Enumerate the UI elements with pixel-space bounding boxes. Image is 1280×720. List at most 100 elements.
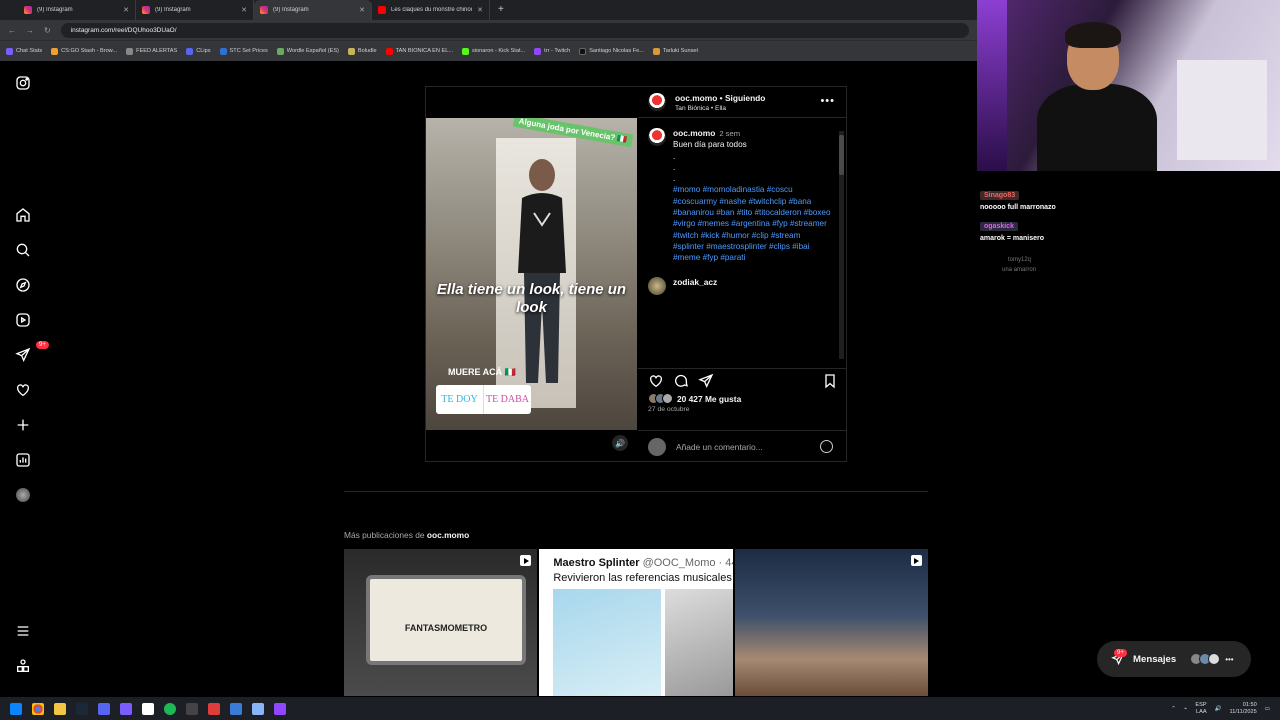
- address-row: ← → ↻ instagram.com/reel/DQUhoo3DUaO/: [0, 20, 977, 40]
- more-posts-heading: Más publicaciones de ooc.momo: [344, 530, 469, 540]
- speaker-icon[interactable]: 🔊: [1215, 706, 1222, 712]
- poll-option-1[interactable]: TE DOY: [436, 385, 483, 414]
- app-icon[interactable]: [252, 702, 264, 715]
- language-indicator[interactable]: ESP LAA: [1195, 702, 1206, 716]
- menu-icon[interactable]: [14, 622, 31, 639]
- discord-icon[interactable]: [98, 702, 110, 715]
- author-avatar[interactable]: [648, 128, 666, 146]
- follow-status[interactable]: Siguiendo: [725, 93, 765, 103]
- file-explorer-icon[interactable]: [54, 702, 66, 715]
- app-icon[interactable]: [120, 702, 132, 715]
- messages-icon[interactable]: 9+: [14, 341, 49, 363]
- close-tab-icon[interactable]: ✕: [359, 6, 365, 14]
- tray-chevron-icon[interactable]: ⌃: [1171, 706, 1176, 712]
- messages-button[interactable]: 9+ Mensajes •••: [1097, 641, 1251, 677]
- bookmark-item[interactable]: CS:GO Stash - Brow...: [51, 47, 117, 55]
- more-options-icon[interactable]: •••: [820, 95, 835, 107]
- comment-hashtags[interactable]: #momo #momoladinastia #coscu #coscuarmy …: [673, 184, 833, 263]
- bookmark-item[interactable]: Santiago Nicolas Fe...: [579, 47, 644, 55]
- address-bar[interactable]: instagram.com/reel/DQUhoo3DUaO/: [60, 22, 969, 38]
- poll-option-2[interactable]: TE DABA: [483, 385, 531, 414]
- comment-dot: .: [673, 174, 676, 184]
- new-tab-button[interactable]: +: [490, 0, 512, 20]
- bookmark-icon[interactable]: [822, 373, 839, 390]
- forward-icon[interactable]: →: [26, 26, 34, 35]
- chrome-icon[interactable]: [32, 702, 44, 715]
- notifications-icon[interactable]: ▭: [1265, 706, 1270, 712]
- likes-summary[interactable]: 20 427 Me gusta: [648, 393, 741, 404]
- app-icon[interactable]: [230, 702, 242, 715]
- audio-track[interactable]: Tan Biónica • Ella: [675, 105, 765, 112]
- clock-time: 01:50: [1242, 701, 1257, 708]
- bookmark-icon: [462, 47, 469, 55]
- poll-sticker[interactable]: TE DOY TE DABA: [436, 385, 531, 414]
- commenter-avatar[interactable]: [648, 276, 666, 295]
- heart-icon[interactable]: [14, 381, 31, 398]
- post-thumbnail-2[interactable]: Maestro Splinter @OOC_Momo · 44 Revivier…: [539, 549, 733, 696]
- author-username[interactable]: ooc.momo: [675, 93, 717, 103]
- network-icon[interactable]: ⌁: [1184, 706, 1187, 712]
- app-icon[interactable]: [186, 702, 198, 715]
- instagram-logo-icon[interactable]: [14, 74, 31, 91]
- bookmark-icon: [579, 47, 587, 55]
- reels-icon[interactable]: [14, 311, 31, 328]
- search-icon[interactable]: [14, 241, 31, 258]
- post-header: ooc.momo • Siguiendo Tan Biónica • Ella …: [638, 87, 847, 118]
- bookmark-item[interactable]: Chat Stats: [6, 47, 42, 55]
- bookmark-item[interactable]: CLips: [186, 47, 211, 55]
- windows-start-icon[interactable]: [10, 702, 22, 715]
- likes-count[interactable]: 20 427 Me gusta: [677, 394, 741, 404]
- bookmark-item[interactable]: sionaron - Kick Stat...: [462, 47, 525, 55]
- create-plus-icon[interactable]: [14, 416, 31, 433]
- comment-icon[interactable]: [673, 373, 690, 390]
- twitch-icon[interactable]: [274, 702, 286, 715]
- profile-avatar[interactable]: [14, 486, 31, 503]
- instagram-favicon-icon: [142, 6, 150, 14]
- browser-tab-3[interactable]: (9) Instagram ✕: [254, 0, 372, 20]
- comment-username[interactable]: zodiak_acz: [673, 277, 717, 287]
- reel-video[interactable]: Alguna joda por Venecia? 🇮🇹 Ella tiene u…: [426, 118, 637, 430]
- reload-icon[interactable]: ↻: [44, 26, 51, 35]
- app-icon[interactable]: [142, 702, 154, 715]
- close-tab-icon[interactable]: ✕: [477, 6, 483, 14]
- home-icon[interactable]: [14, 206, 31, 223]
- apps-icon[interactable]: [14, 657, 31, 674]
- close-tab-icon[interactable]: ✕: [241, 6, 247, 14]
- add-comment-input[interactable]: Añade un comentario...: [676, 442, 820, 452]
- scroll-thumb[interactable]: [839, 135, 844, 175]
- spotify-icon[interactable]: [164, 702, 176, 715]
- post-thumbnail-3[interactable]: [734, 549, 928, 696]
- author-avatar[interactable]: [648, 93, 666, 111]
- tab-label: (9) Instagram: [273, 7, 309, 13]
- bookmark-item[interactable]: Wordle Español (ES): [276, 47, 339, 55]
- browser-tab-2[interactable]: (9) Instagram ✕: [136, 0, 254, 20]
- bookmark-item[interactable]: TAN BIONICA EN EL...: [385, 47, 453, 55]
- gauge-image: FANTASMOMETRO: [366, 575, 526, 665]
- share-icon[interactable]: [698, 373, 715, 390]
- browser-tab-4[interactable]: Les claques du monstre chinoi... ✕: [372, 0, 490, 20]
- app-icon[interactable]: [208, 702, 220, 715]
- tweet-image-2: [665, 589, 733, 696]
- reel-play-icon: [520, 555, 532, 566]
- emoji-icon[interactable]: [820, 440, 833, 453]
- volume-icon[interactable]: 🔊: [612, 435, 628, 451]
- comment-username[interactable]: ooc.momo: [673, 128, 715, 138]
- bookmark-icon: [534, 47, 542, 55]
- like-heart-icon[interactable]: [648, 373, 665, 390]
- more-posts-user[interactable]: ooc.momo: [427, 530, 469, 540]
- bookmark-item[interactable]: Tarluki Sunset: [652, 47, 698, 55]
- close-tab-icon[interactable]: ✕: [123, 6, 129, 14]
- bookmark-item[interactable]: trr - Twitch: [534, 47, 570, 55]
- back-icon[interactable]: ←: [8, 26, 16, 35]
- dashboard-icon[interactable]: [14, 451, 31, 468]
- bookmark-item[interactable]: STC Set Prices: [219, 47, 268, 55]
- comments-scrollbar[interactable]: [839, 131, 844, 359]
- steam-icon[interactable]: [76, 702, 88, 715]
- explore-icon[interactable]: [14, 276, 31, 293]
- clock[interactable]: 01:50 11/11/2025: [1230, 702, 1257, 716]
- bookmark-item[interactable]: Boludle: [347, 47, 377, 55]
- comment-dot: .: [673, 162, 676, 172]
- bookmark-item[interactable]: FEED ALERTAS: [126, 47, 177, 55]
- post-thumbnail-1[interactable]: FANTASMOMETRO: [344, 549, 538, 696]
- browser-tab-1[interactable]: (9) Instagram ✕: [18, 0, 136, 20]
